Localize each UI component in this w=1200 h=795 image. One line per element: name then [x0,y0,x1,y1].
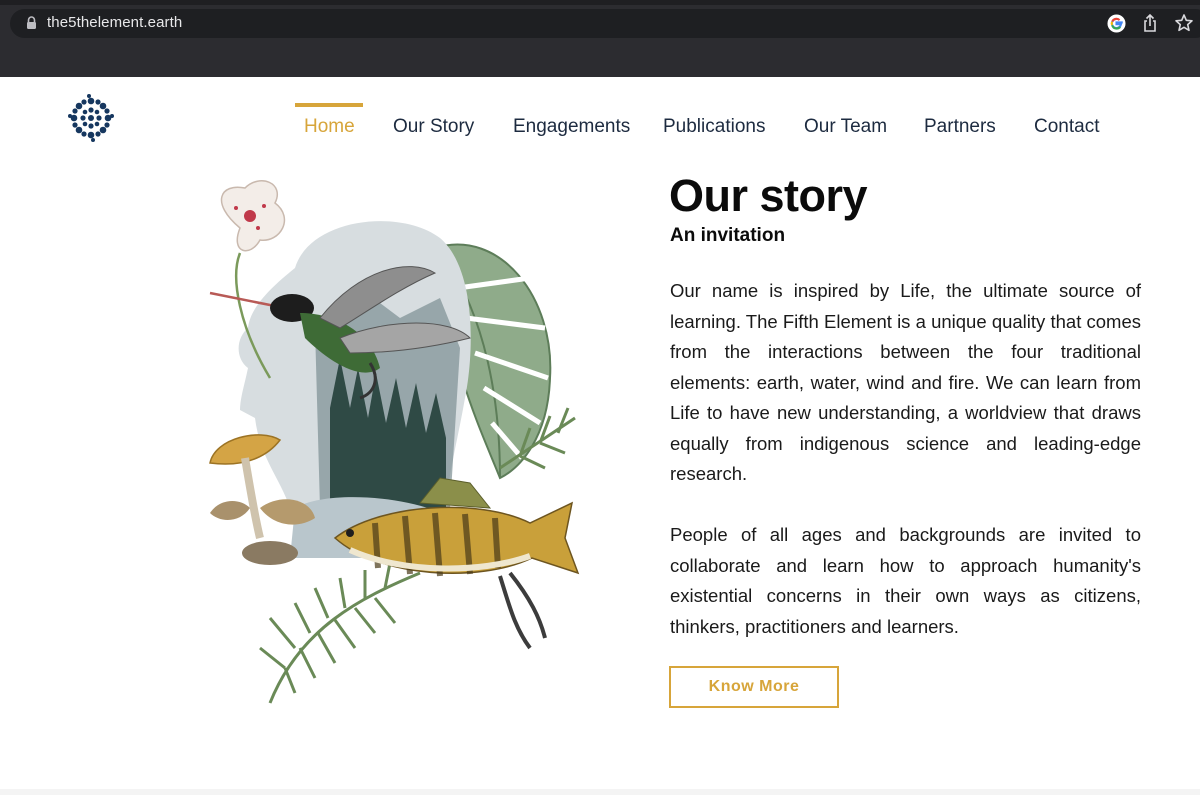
page-subtitle: An invitation [670,225,786,246]
nature-collage-illustration [209,180,580,704]
nav-item-our-team[interactable]: Our Team [804,103,887,151]
nav-item-publications[interactable]: Publications [663,103,765,151]
star-icon[interactable] [1174,13,1194,33]
google-icon[interactable] [1107,14,1126,33]
story-paragraph-2: People of all ages and backgrounds are i… [670,524,1141,637]
browser-tab-strip [0,0,1200,5]
nav-item-contact[interactable]: Contact [1034,103,1099,151]
know-more-button[interactable]: Know More [669,666,839,708]
nav-item-engagements[interactable]: Engagements [513,103,630,151]
url-text[interactable]: the5thelement.earth [47,14,182,31]
share-icon[interactable] [1142,13,1158,33]
main-nav: Home Our Story Engagements Publications … [0,103,1200,153]
page-title: Our story [669,170,868,221]
story-paragraph-1: Our name is inspired by Life, the ultima… [670,280,1141,484]
address-bar[interactable] [10,9,1200,38]
nav-item-our-story[interactable]: Our Story [393,103,474,151]
browser-chrome: the5thelement.earth [0,0,1200,77]
nav-item-home[interactable]: Home [304,103,355,151]
nav-item-partners[interactable]: Partners [924,103,996,151]
footer-divider [0,789,1200,795]
lock-icon [27,16,36,29]
